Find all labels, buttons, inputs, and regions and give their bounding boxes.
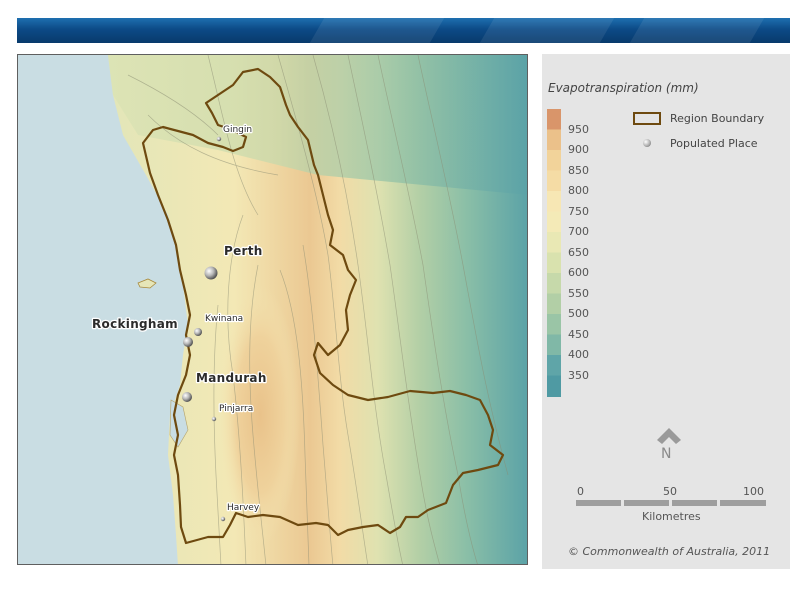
mandurah-label: Mandurah [196,371,267,385]
kwinana-marker[interactable] [194,328,202,336]
legend-title: Evapotranspiration (mm) [548,81,699,95]
scale-label-700: 700 [568,225,589,238]
scale-label-900: 900 [568,143,589,156]
scale-swatch-950 [547,109,561,130]
color-scale-bar [547,109,561,397]
north-label: N [661,446,672,462]
scale-swatch-850 [547,150,561,171]
scale-swatch-800 [547,170,561,192]
scale-label-600: 600 [568,266,589,279]
gingin-marker[interactable] [216,136,222,142]
scale-label-500: 500 [568,307,589,320]
perth-label: Perth [224,244,263,258]
scale-swatch-400 [547,334,561,356]
evapotranspiration-map: Gingin Perth Kwinana Rockingham Mandurah… [18,55,527,564]
region-boundary-legend-label: Region Boundary [670,112,765,125]
scale-swatch-700 [547,211,561,233]
scale-swatch-550 [547,273,561,294]
scale-swatch-600 [547,252,561,274]
legend-panel: Evapotranspiration (mm) 950 900 850 800 750 7… [542,54,790,569]
scale-swatch-900 [547,129,561,151]
scale-swatch-450 [547,314,561,335]
populated-place-legend-label: Populated Place [670,137,758,150]
pinjarra-marker[interactable] [211,416,217,422]
kwinana-label: Kwinana [205,314,243,324]
populated-place-symbol [643,139,651,147]
map-panel[interactable]: Gingin Perth Kwinana Rockingham Mandurah… [17,54,528,565]
scale-label-800: 800 [568,184,589,197]
scale-tick-100: 100 [743,485,764,498]
harvey-marker[interactable] [220,516,226,522]
scale-label-350: 350 [568,368,589,382]
scale-label-450: 450 [568,327,589,341]
color-scale-swatches [547,109,561,397]
scale-label-650: 650 [568,245,589,259]
scale-tick-0: 0 [577,485,584,498]
scale-swatch-750 [547,191,561,212]
scale-label-550: 550 [568,286,589,300]
scale-swatch-650 [547,232,561,253]
pinjarra-label: Pinjarra [219,404,253,414]
scale-tick-50: 50 [663,485,677,498]
copyright-notice: © Commonwealth of Australia, 2011 [568,545,771,558]
rockingham-marker[interactable] [183,337,193,347]
gingin-label: Gingin [223,125,252,135]
scale-label-850: 850 [568,163,589,177]
scale-label-950: 950 [568,122,589,136]
perth-marker[interactable] [204,266,218,280]
distance-scale-bar [576,500,766,506]
region-boundary-symbol [633,112,661,125]
scale-swatch-350 [547,355,561,376]
mandurah-marker[interactable] [182,392,192,402]
distance-scale-label: Kilometres [642,510,701,523]
header-banner [17,18,790,43]
scale-swatch-lowest [547,375,561,397]
scale-swatch-500 [547,293,561,315]
scale-label-750: 750 [568,204,589,218]
harvey-label: Harvey [227,503,260,513]
scale-label-400: 400 [568,348,589,361]
rockingham-label: Rockingham [92,317,178,331]
